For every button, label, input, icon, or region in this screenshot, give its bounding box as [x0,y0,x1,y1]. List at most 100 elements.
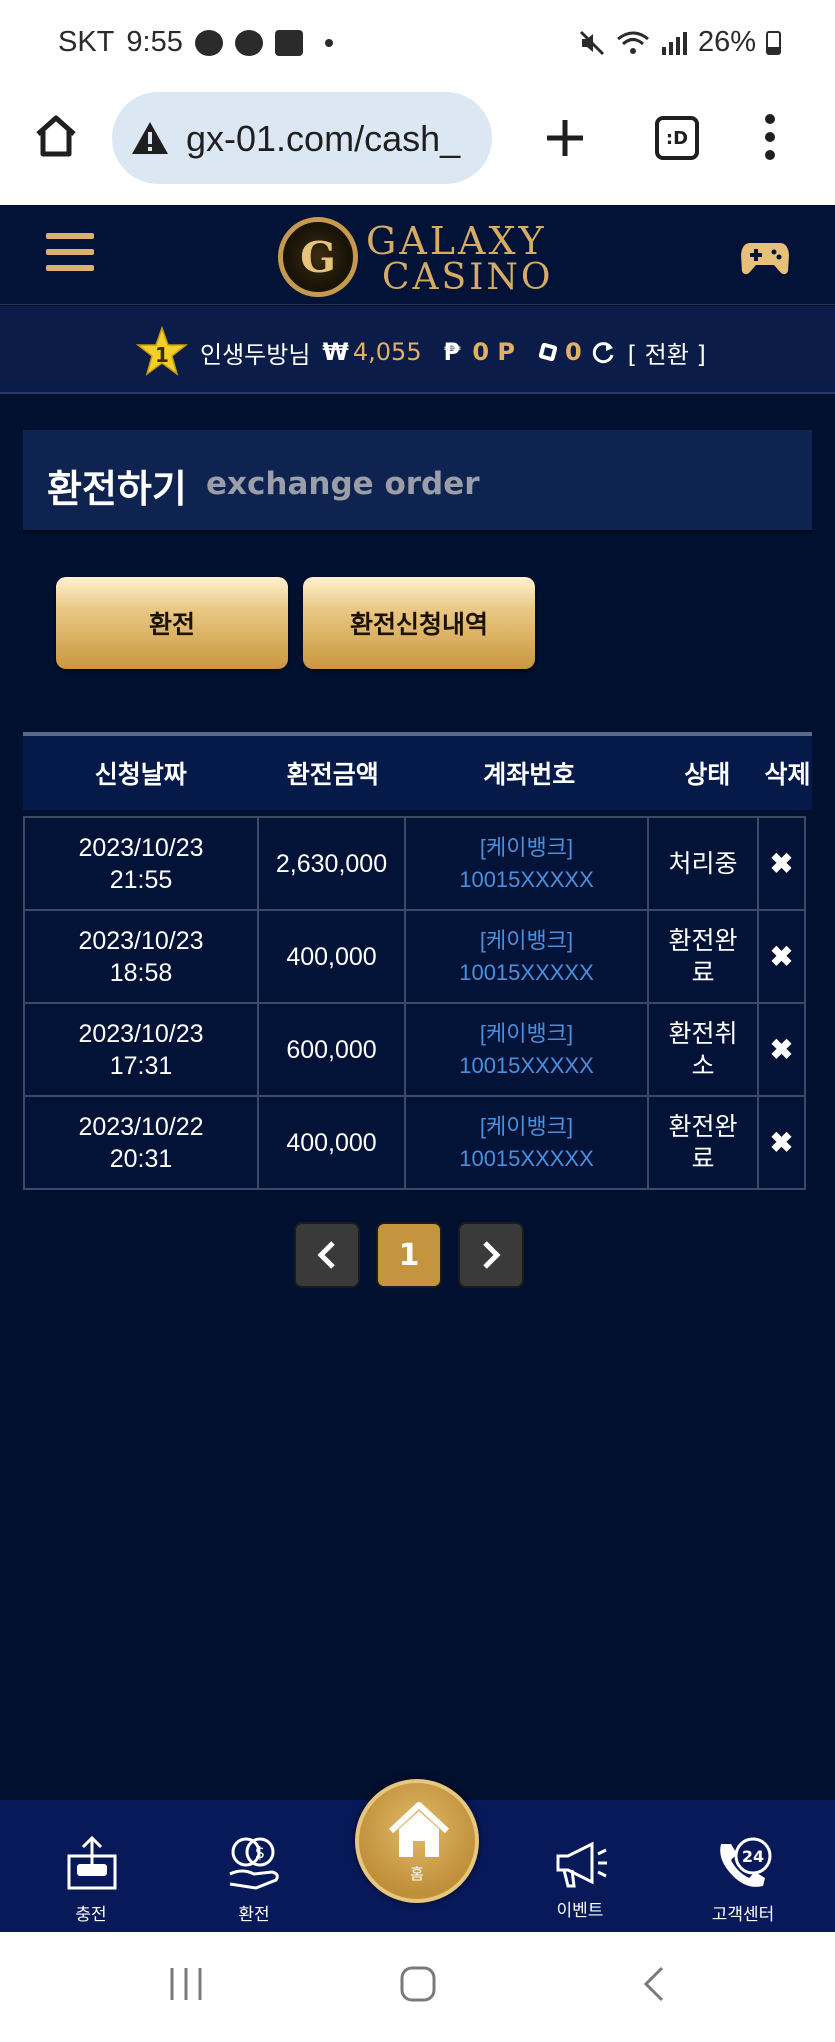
page-title: 환전하기 exchange order [23,430,812,534]
header-account: 계좌번호 [483,760,576,789]
page-title-ko: 환전하기 [47,467,187,511]
status-bar: SKT 9:55 26% [0,0,835,88]
cell-date: 2023/10/23 18:58 [23,909,259,1004]
chevron-right-icon [483,1241,501,1269]
browser-toolbar: gx-01.com/cash_ :D [0,88,835,205]
switch-link[interactable]: [ 전환 ] [628,335,706,370]
nav-support-label: 고객센터 [711,1905,775,1925]
gamepad-icon[interactable] [740,235,790,277]
level-star-icon: 1 [136,326,188,376]
header-status: 상태 [684,760,731,789]
point-icon: ₱ [443,338,461,366]
nav-home-label: 홈 [410,1865,424,1883]
page-number-button[interactable]: 1 [376,1222,442,1288]
svg-text:$: $ [255,1843,265,1862]
cell-status: 환전완료 [647,1095,759,1190]
cell-status: 환전취소 [647,1002,759,1097]
nav-exchange-label: 환전 [238,1905,270,1925]
battery-percent: 26% [697,26,756,58]
cell-status: 환전완료 [647,909,759,1004]
nav-charge-label: 충전 [75,1905,107,1925]
mute-icon [579,30,605,55]
address-bar[interactable]: gx-01.com/cash_ [112,92,492,184]
nav-event[interactable]: 이벤트 [520,1800,640,1932]
logo-text-casino: CASINO [382,257,554,298]
cell-account: [케이뱅크] 10015XXXXX [404,909,649,1004]
exchange-history-tab-button[interactable]: 환전신청내역 [303,577,535,669]
chip-amount: 0 [564,338,582,366]
header-date: 신청날짜 [94,760,187,789]
nav-support[interactable]: 24 고객센터 [683,1800,803,1932]
system-navigation-bar [0,1932,835,2042]
refresh-icon[interactable] [590,339,616,365]
cell-account: [케이뱅크] 10015XXXXX [404,816,649,911]
exchange-tab-button[interactable]: 환전 [56,577,288,669]
table-row: 2023/10/23 21:55 2,630,000 [케이뱅크] 10015XXX… [23,816,812,911]
system-home-icon[interactable] [398,1964,438,2004]
exchange-history-table: 신청날짜 환전금액 계좌번호 상태 삭제 2023/10/23 21:55 2,6… [23,732,812,1190]
cell-amount: 2,630,000 [257,816,406,911]
logo-emblem: G [278,217,358,297]
exchange-icon: $ [229,1837,279,1890]
recent-apps-icon[interactable] [166,1964,206,2004]
cell-account: [케이뱅크] 10015XXXXX [404,1095,649,1190]
cell-date: 2023/10/23 21:55 [23,816,259,911]
home-icon [388,1802,450,1857]
megaphone-icon [556,1841,607,1888]
hamburger-menu-icon[interactable] [46,233,94,275]
header-delete: 삭제 [764,760,811,789]
nav-home-button[interactable]: 홈 [355,1779,479,1903]
prev-page-button[interactable] [294,1222,360,1288]
support-24-icon: 24 [720,1837,772,1887]
cell-account: [케이뱅크] 10015XXXXX [404,1002,649,1097]
won-icon: ₩ [322,338,349,366]
chevron-left-icon [317,1241,335,1269]
level-number: 1 [155,343,169,367]
svg-text:24: 24 [742,1847,764,1866]
point-amount: 0 P [472,338,515,366]
table-row: 2023/10/23 18:58 400,000 [케이뱅크] 10015XXXXX… [23,909,812,1004]
cell-date: 2023/10/23 17:31 [23,1002,259,1097]
wifi-icon [617,31,649,54]
time-label: 9:55 [126,26,183,58]
cell-status: 처리중 [647,816,759,911]
delete-icon[interactable]: ✖ [757,1095,806,1190]
username: 인생두방님 [200,340,311,369]
cell-amount: 400,000 [257,909,406,1004]
delete-icon[interactable]: ✖ [757,909,806,1004]
new-tab-icon[interactable] [543,116,587,160]
nav-exchange[interactable]: $ 환전 [194,1800,314,1932]
warning-icon[interactable] [130,120,170,156]
signal-icon [661,31,687,55]
talk-notification-icon [194,29,223,56]
next-page-button[interactable] [458,1222,524,1288]
nav-event-label: 이벤트 [556,1901,604,1921]
cell-date: 2023/10/22 20:31 [23,1095,259,1190]
table-header: 신청날짜 환전금액 계좌번호 상태 삭제 [23,732,812,810]
browser-home-icon[interactable] [32,112,80,160]
table-body: 2023/10/23 21:55 2,630,000 [케이뱅크] 10015XXX… [23,816,812,1190]
delete-icon[interactable]: ✖ [757,1002,806,1097]
chip-icon [538,342,558,362]
battery-icon [766,30,781,55]
user-info-bar: 1 인생두방님 ₩ 4,055 ₱ 0 P 0 [ 전환 ] [0,306,835,394]
pagination: 1 [294,1222,524,1288]
header-amount: 환전금액 [286,760,379,789]
table-row: 2023/10/23 17:31 600,000 [케이뱅크] 10015XXXXX… [23,1002,812,1097]
back-icon[interactable] [636,1964,676,2004]
site-header: G GALAXY CASINO [0,205,835,305]
delete-icon[interactable]: ✖ [757,816,806,911]
tabs-button[interactable]: :D [655,116,699,160]
browser-menu-icon[interactable] [760,112,780,162]
site-logo[interactable]: G GALAXY CASINO [278,213,562,298]
chat-notification-icon [234,29,263,56]
cell-amount: 600,000 [257,1002,406,1097]
table-row: 2023/10/22 20:31 400,000 [케이뱅크] 10015XXXXX… [23,1095,812,1190]
carrier-label: SKT [58,26,115,58]
image-notification-icon [274,29,303,56]
more-notifications-icon [324,38,333,47]
nav-charge[interactable]: 충전 [31,1800,151,1932]
cell-amount: 400,000 [257,1095,406,1190]
page-title-en: exchange order [206,466,480,502]
url-text: gx-01.com/cash_ [186,118,461,159]
